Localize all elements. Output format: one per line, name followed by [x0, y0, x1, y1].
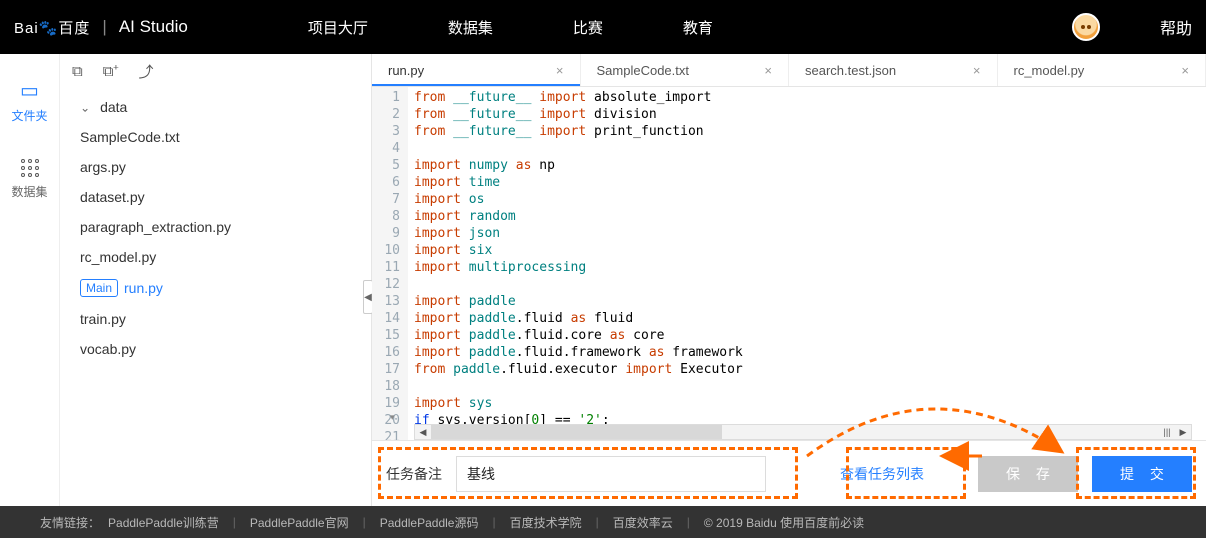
nav-help[interactable]: 帮助 [1160, 15, 1192, 39]
editor-tab[interactable]: SampleCode.txt× [581, 54, 790, 86]
submit-button[interactable]: 提 交 [1092, 456, 1192, 492]
close-icon[interactable]: × [973, 63, 981, 78]
save-button[interactable]: 保 存 [978, 456, 1078, 492]
nav-project-hall[interactable]: 项目大厅 [308, 17, 368, 38]
file-row[interactable]: rc_model.py [60, 242, 371, 272]
new-folder-icon[interactable]: ⧉⁺ [103, 63, 119, 80]
editor-tab[interactable]: search.test.json× [789, 54, 998, 86]
close-icon[interactable]: × [1181, 63, 1189, 78]
upload-icon[interactable]: ⤴ [139, 61, 154, 82]
top-bar: Bai🐾百度 | AI Studio 项目大厅 数据集 比赛 教育 帮助 [0, 0, 1206, 54]
line-gutter: 123456789101112131415161718192021222324 [372, 87, 408, 440]
footer-prefix: 友情链接： [40, 514, 100, 531]
editor-tabs: run.py×SampleCode.txt×search.test.json×r… [372, 54, 1206, 86]
task-note-input[interactable] [456, 456, 766, 492]
file-row[interactable]: args.py [60, 152, 371, 182]
grid-icon [21, 159, 39, 177]
logo[interactable]: Bai🐾百度 | AI Studio [14, 17, 188, 38]
file-panel: ⧉ ⧉⁺ ⤴ dataSampleCode.txtargs.pydataset.… [60, 54, 372, 506]
file-row[interactable]: vocab.py [60, 334, 371, 364]
rail-files[interactable]: ▭ 文件夹 [0, 78, 59, 124]
folder-row[interactable]: data [60, 92, 371, 122]
close-icon[interactable]: × [764, 63, 772, 78]
avatar[interactable] [1072, 13, 1100, 41]
main-badge: Main [80, 279, 118, 297]
code-content[interactable]: from __future__ import absolute_importfr… [408, 87, 1206, 440]
file-row[interactable]: train.py [60, 304, 371, 334]
new-file-icon[interactable]: ⧉ [72, 63, 83, 80]
file-tree: dataSampleCode.txtargs.pydataset.pyparag… [60, 88, 371, 368]
main-nav: 项目大厅 数据集 比赛 教育 [308, 17, 713, 38]
task-bar: 任务备注 查看任务列表 保 存 提 交 [372, 440, 1206, 506]
fold-marker-icon[interactable]: ▾ [390, 412, 395, 423]
footer-link[interactable]: 百度技术学院 [510, 514, 582, 531]
nav-contest[interactable]: 比赛 [573, 17, 603, 38]
task-label: 任务备注 [386, 464, 442, 484]
file-row-main[interactable]: Main run.py [60, 272, 371, 304]
footer-link[interactable]: 百度效率云 [613, 514, 673, 531]
footer-copyright: © 2019 Baidu 使用百度前必读 [704, 514, 864, 531]
file-row[interactable]: paragraph_extraction.py [60, 212, 371, 242]
scroll-grip-icon[interactable]: ||| [1159, 425, 1175, 439]
code-editor[interactable]: 123456789101112131415161718192021222324 … [372, 86, 1206, 440]
footer-link[interactable]: PaddlePaddle官网 [250, 514, 349, 531]
editor-tab[interactable]: run.py× [372, 54, 581, 86]
nav-education[interactable]: 教育 [683, 17, 713, 38]
view-task-list-link[interactable]: 查看任务列表 [840, 464, 924, 484]
editor-area: ◀ run.py×SampleCode.txt×search.test.json… [372, 54, 1206, 506]
footer-link[interactable]: PaddlePaddle源码 [380, 514, 479, 531]
scroll-right-icon[interactable]: ▶ [1175, 425, 1191, 439]
scroll-left-icon[interactable]: ◀ [415, 425, 431, 439]
footer: 友情链接： PaddlePaddle训练营|PaddlePaddle官网|Pad… [0, 506, 1206, 538]
editor-tab[interactable]: rc_model.py× [998, 54, 1206, 86]
h-scrollbar[interactable]: ◀ ||| ▶ [414, 424, 1192, 440]
folder-icon: ▭ [0, 78, 59, 103]
file-row[interactable]: SampleCode.txt [60, 122, 371, 152]
left-rail: ▭ 文件夹 数据集 [0, 54, 60, 506]
close-icon[interactable]: × [556, 63, 564, 78]
file-toolbar: ⧉ ⧉⁺ ⤴ [60, 54, 371, 88]
nav-dataset[interactable]: 数据集 [448, 17, 493, 38]
footer-link[interactable]: PaddlePaddle训练营 [108, 514, 219, 531]
file-row[interactable]: dataset.py [60, 182, 371, 212]
rail-datasets[interactable]: 数据集 [0, 152, 59, 200]
